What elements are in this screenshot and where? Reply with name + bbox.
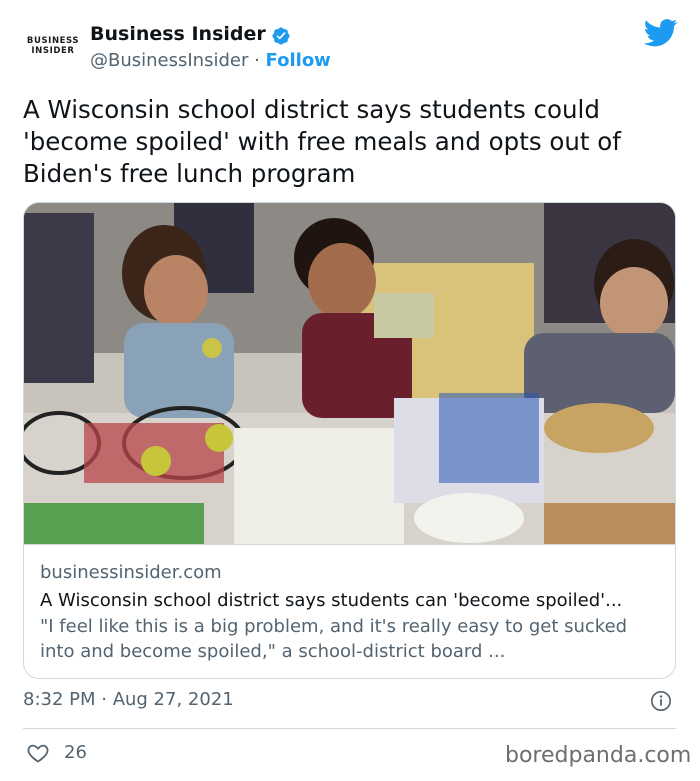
tweet-header: BUSINESS INSIDER Business Insider @Busin… [0,0,700,88]
handle-row: @BusinessInsider · Follow [90,50,331,71]
like-count: 26 [64,742,87,763]
author-handle[interactable]: @BusinessInsider [90,50,248,71]
business-insider-logo[interactable]: BUSINESS INSIDER [26,36,80,56]
handle-separator: · [248,50,266,71]
tweet-timestamp[interactable]: 8:32 PM · Aug 27, 2021 [23,689,234,710]
footer-divider [23,728,676,729]
verified-badge-icon [272,27,290,45]
twitter-bird-icon[interactable] [644,19,678,47]
info-icon[interactable] [650,690,672,712]
card-title: A Wisconsin school district says student… [40,590,623,611]
author-name[interactable]: Business Insider [90,23,266,45]
tweet-text: A Wisconsin school district says student… [23,95,621,188]
logo-line-2: INSIDER [31,46,75,56]
card-description: "I feel like this is a big problem, and … [40,616,628,662]
photo-of-children-in-school-lunch-line-image[interactable] [24,203,675,545]
heart-icon[interactable] [26,741,50,765]
boredpanda-watermark: boredpanda.com [505,743,692,768]
follow-button[interactable]: Follow [266,50,331,71]
logo-line-1: BUSINESS [26,36,80,46]
card-domain: businessinsider.com [40,562,222,583]
link-preview-card[interactable]: businessinsider.com A Wisconsin school d… [23,202,676,679]
